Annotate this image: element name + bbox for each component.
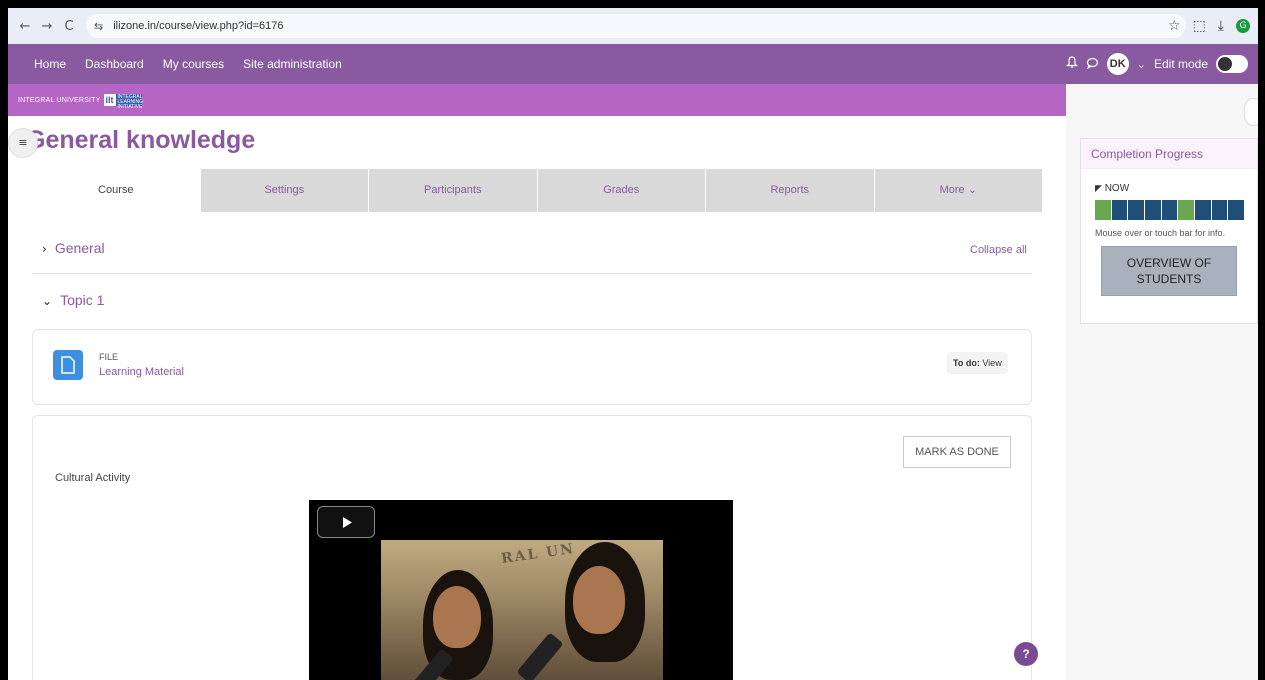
ilt-logo-mark: ilt	[103, 94, 116, 106]
extensions-icon[interactable]: ⬚	[1193, 18, 1206, 34]
progress-cell[interactable]	[1228, 200, 1245, 220]
todo-prefix: To do:	[953, 358, 980, 368]
activity-label-text: Cultural Activity	[55, 472, 131, 484]
thumbnail-banner-text: RAL UN	[500, 540, 576, 568]
toggle-knob	[1218, 57, 1232, 71]
person-left-face	[433, 586, 481, 648]
now-label: NOW	[1104, 183, 1130, 194]
drawer-header	[1066, 84, 1258, 116]
tab-grades[interactable]: Grades	[536, 169, 705, 212]
block-title: Completion Progress	[1081, 139, 1257, 169]
university-logo-text: INTEGRAL UNIVERSITY	[18, 96, 101, 104]
activity-file-card: FILE Learning Material To do: View	[32, 329, 1032, 405]
page-title: General knowledge	[26, 126, 256, 154]
now-flag-icon: ◤	[1095, 183, 1102, 193]
browser-actions: ☆ ⬚ ⤓ G	[1168, 8, 1250, 44]
edit-mode-toggle[interactable]	[1216, 55, 1248, 73]
progress-cell[interactable]	[1111, 200, 1128, 220]
tab-reports[interactable]: Reports	[705, 169, 874, 212]
section-title[interactable]: General	[55, 240, 105, 256]
block-drawer-toggle-icon[interactable]	[1244, 98, 1258, 126]
ilt-logo-subtitle: INTEGRAL LEARNING INITIATIVE	[115, 94, 144, 110]
edit-mode-label: Edit mode	[1153, 57, 1208, 71]
collapse-all-link[interactable]: Collapse all	[970, 244, 1027, 256]
tab-participants[interactable]: Participants	[368, 169, 537, 212]
file-icon	[53, 350, 83, 380]
activity-type-label: FILE	[99, 352, 119, 362]
completion-progress-block: Completion Progress ◤ NOW Mouse over or …	[1080, 138, 1258, 324]
progress-hint: Mouse over or touch bar for info.	[1095, 228, 1226, 238]
chevron-down-icon[interactable]: ⌄	[42, 294, 52, 308]
progress-cell[interactable]	[1145, 200, 1161, 220]
tab-more[interactable]: More ⌄	[873, 169, 1042, 212]
user-menu-area: DK ⌄ Edit mode	[1065, 44, 1248, 84]
completion-badge: To do: View	[947, 352, 1008, 374]
progress-cell[interactable]	[1128, 200, 1145, 220]
right-block-drawer: Completion Progress ◤ NOW Mouse over or …	[1066, 84, 1258, 680]
logo-banner: INTEGRAL UNIVERSITY ilt INTEGRAL LEARNIN…	[8, 84, 1066, 116]
user-menu-chevron-icon[interactable]: ⌄	[1137, 58, 1146, 71]
site-info-icon[interactable]: ⇆	[94, 20, 103, 33]
user-avatar[interactable]: DK	[1106, 53, 1129, 75]
progress-cell[interactable]	[1178, 200, 1195, 220]
play-button[interactable]	[317, 506, 375, 538]
microphone-right	[516, 632, 564, 680]
section-title[interactable]: Topic 1	[60, 292, 104, 308]
video-thumbnail: RAL UN	[381, 540, 663, 680]
course-index-toggle-icon[interactable]: ≡	[8, 128, 38, 158]
course-main-region: General knowledge ≡ Course Settings Part…	[8, 116, 1066, 680]
mark-as-done-button[interactable]: MARK AS DONE	[903, 436, 1011, 468]
course-secondary-nav: Course Settings Participants Grades Repo…	[32, 169, 1042, 212]
chevron-right-icon[interactable]: ›	[42, 242, 47, 256]
tab-course[interactable]: Course	[32, 169, 200, 212]
messages-icon[interactable]	[1086, 57, 1099, 72]
browser-profile-icon[interactable]: G	[1236, 19, 1250, 33]
browser-toolbar: ← → C ⇆ ilizone.in/course/view.php?id=61…	[8, 8, 1258, 44]
url-text: ilizone.in/course/view.php?id=6176	[113, 20, 284, 32]
section-topic-1[interactable]: ⌄ Topic 1	[42, 292, 104, 308]
section-divider	[32, 273, 1032, 274]
progress-cell[interactable]	[1195, 200, 1211, 220]
help-icon[interactable]: ?	[1014, 642, 1038, 666]
bookmark-star-icon[interactable]: ☆	[1168, 18, 1181, 34]
now-indicator: ◤ NOW	[1095, 183, 1257, 194]
activity-link[interactable]: Learning Material	[99, 366, 184, 378]
browser-window: ← → C ⇆ ilizone.in/course/view.php?id=61…	[8, 8, 1258, 680]
todo-value: View	[982, 358, 1002, 368]
nav-my-courses[interactable]: My courses	[163, 57, 224, 71]
activity-label-card: MARK AS DONE Cultural Activity RAL UN	[32, 415, 1032, 680]
tab-settings[interactable]: Settings	[199, 169, 368, 212]
completion-progress-bar[interactable]	[1095, 200, 1245, 220]
address-bar[interactable]: ⇆ ilizone.in/course/view.php?id=6176	[86, 14, 1186, 38]
nav-home[interactable]: Home	[34, 57, 66, 71]
overview-line-1: OVERVIEW OF	[1126, 256, 1212, 270]
overview-line-2: STUDENTS	[1136, 272, 1202, 286]
notification-bell-icon[interactable]	[1065, 56, 1078, 72]
download-icon[interactable]: ⤓	[1218, 18, 1224, 34]
primary-navigation: Home Dashboard My courses Site administr…	[8, 44, 1258, 84]
nav-site-administration[interactable]: Site administration	[243, 57, 342, 71]
forward-icon[interactable]: →	[36, 19, 58, 34]
reload-icon[interactable]: C	[58, 19, 80, 34]
back-icon[interactable]: ←	[14, 19, 36, 34]
nav-dashboard[interactable]: Dashboard	[85, 57, 144, 71]
progress-cell[interactable]	[1161, 200, 1178, 220]
person-right-face	[573, 566, 625, 634]
video-player[interactable]: RAL UN	[309, 500, 733, 680]
overview-of-students-button[interactable]: OVERVIEW OF STUDENTS	[1101, 246, 1237, 296]
section-general[interactable]: › General	[42, 240, 105, 256]
progress-cell[interactable]	[1095, 200, 1111, 220]
progress-cell[interactable]	[1211, 200, 1228, 220]
